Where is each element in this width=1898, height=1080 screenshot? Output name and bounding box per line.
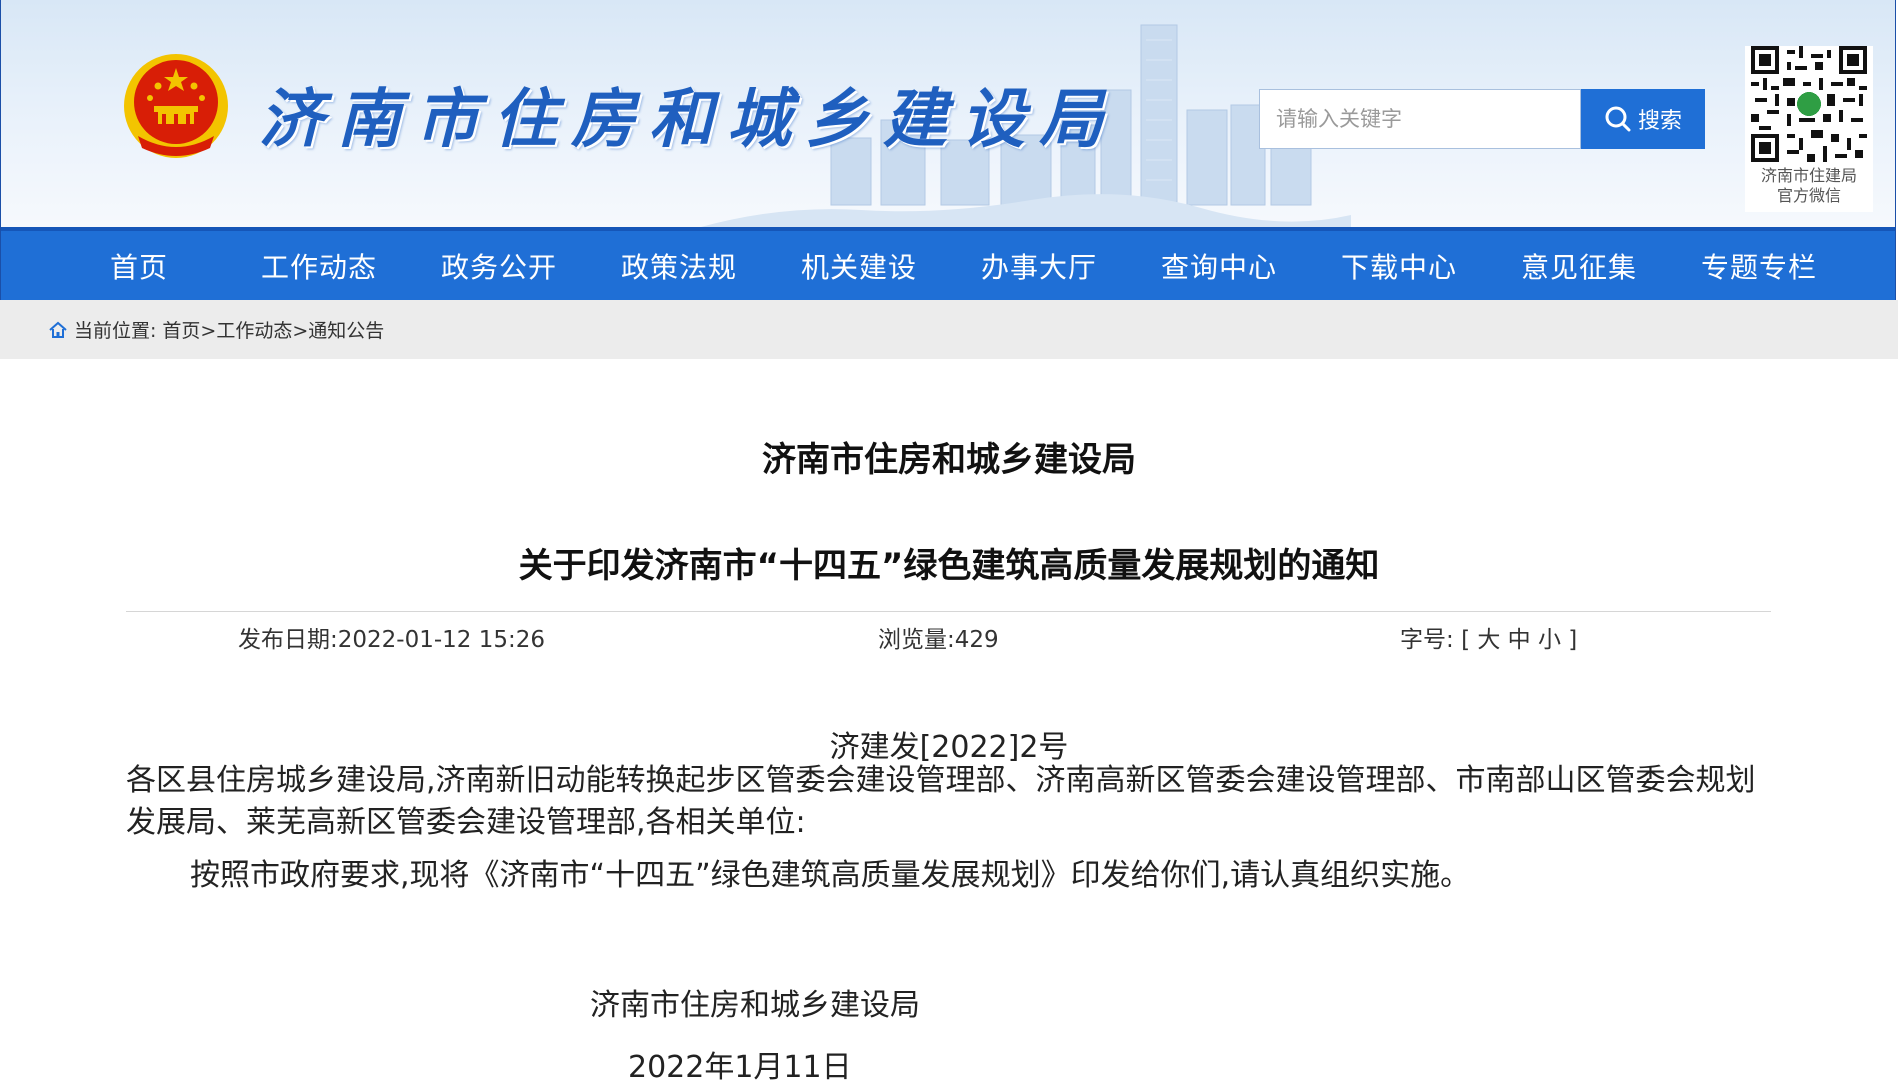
nav-item-gov-affairs[interactable]: 政务公开 bbox=[409, 246, 589, 286]
nav-item-policy[interactable]: 政策法规 bbox=[589, 246, 769, 286]
recipients: 各区县住房城乡建设局,济南新旧动能转换起步区管委会建设管理部、济南高新区管委会建… bbox=[126, 763, 1756, 840]
breadcrumb-label: 当前位置: bbox=[74, 320, 157, 342]
nav-item-work-news[interactable]: 工作动态 bbox=[229, 246, 409, 286]
breadcrumb-notices[interactable]: 通知公告 bbox=[308, 320, 384, 342]
main-nav: 首页 工作动态 政务公开 政策法规 机关建设 办事大厅 查询中心 下载中心 意见… bbox=[1, 227, 1895, 300]
publish-label: 发布日期: bbox=[238, 627, 338, 653]
title-divider bbox=[126, 611, 1771, 612]
nav-item-home[interactable]: 首页 bbox=[49, 246, 229, 286]
font-size-large[interactable]: 大 bbox=[1477, 627, 1500, 653]
nav-item-opinion[interactable]: 意见征集 bbox=[1489, 246, 1669, 286]
breadcrumb-sep: > bbox=[200, 320, 217, 342]
nav-item-query-center[interactable]: 查询中心 bbox=[1129, 246, 1309, 286]
nav-item-service-hall[interactable]: 办事大厅 bbox=[949, 246, 1129, 286]
font-size-control: 字号: [ 大 中 小 ] bbox=[1400, 620, 1577, 654]
qr-caption-line1: 济南市住建局 bbox=[1760, 166, 1857, 185]
body-paragraph: 按照市政府要求,现将《济南市“十四五”绿色建筑高质量发展规划》印发给你们,请认真… bbox=[190, 858, 1471, 893]
signature: 济南市住房和城乡建设局 bbox=[590, 988, 920, 1023]
site-title: 济南市住房和城乡建设局 bbox=[259, 82, 1117, 157]
qr-code-icon bbox=[1751, 46, 1867, 162]
qr-caption-line2: 官方微信 bbox=[1776, 186, 1841, 205]
views-value: 429 bbox=[954, 627, 999, 653]
fontsize-label: 字号: bbox=[1400, 627, 1454, 653]
search-icon bbox=[1605, 106, 1631, 132]
nav-item-download-center[interactable]: 下载中心 bbox=[1309, 246, 1489, 286]
breadcrumb-home[interactable]: 首页 bbox=[162, 320, 200, 342]
fontsize-open-bracket: [ bbox=[1461, 627, 1471, 653]
search-box bbox=[1259, 89, 1581, 149]
wechat-qr-panel: 济南市住建局 官方微信 bbox=[1745, 46, 1873, 212]
breadcrumb-sep: > bbox=[292, 320, 309, 342]
signature-date: 2022年1月11日 bbox=[628, 1050, 852, 1080]
breadcrumb-work-news[interactable]: 工作动态 bbox=[216, 320, 292, 342]
fontsize-close-bracket: ] bbox=[1568, 627, 1578, 653]
font-size-small[interactable]: 小 bbox=[1538, 627, 1561, 653]
views-label: 浏览量: bbox=[878, 627, 955, 653]
search-button-label: 搜索 bbox=[1637, 109, 1682, 134]
nav-item-special-topics[interactable]: 专题专栏 bbox=[1669, 246, 1849, 286]
article-org: 济南市住房和城乡建设局 bbox=[762, 440, 1136, 480]
nav-item-organ-building[interactable]: 机关建设 bbox=[769, 246, 949, 286]
qr-caption: 济南市住建局 官方微信 bbox=[1745, 166, 1873, 206]
national-emblem-icon bbox=[124, 54, 228, 158]
font-size-medium[interactable]: 中 bbox=[1508, 627, 1531, 653]
article-title: 关于印发济南市“十四五”绿色建筑高质量发展规划的通知 bbox=[518, 546, 1380, 586]
header-banner: 济南市住房和城乡建设局 搜索 bbox=[1, 0, 1895, 227]
page: 济南市住房和城乡建设局 搜索 bbox=[0, 0, 1898, 1080]
view-count: 浏览量:429 bbox=[878, 620, 999, 654]
search-input[interactable] bbox=[1260, 90, 1580, 148]
search-button[interactable]: 搜索 bbox=[1581, 89, 1705, 149]
home-icon bbox=[49, 321, 67, 338]
breadcrumb-bar: 当前位置: 首页>工作动态>通知公告 bbox=[0, 300, 1898, 359]
publish-value: 2022-01-12 15:26 bbox=[337, 627, 546, 653]
publish-date: 发布日期:2022-01-12 15:26 bbox=[238, 620, 545, 654]
breadcrumb: 当前位置: 首页>工作动态>通知公告 bbox=[48, 316, 384, 343]
